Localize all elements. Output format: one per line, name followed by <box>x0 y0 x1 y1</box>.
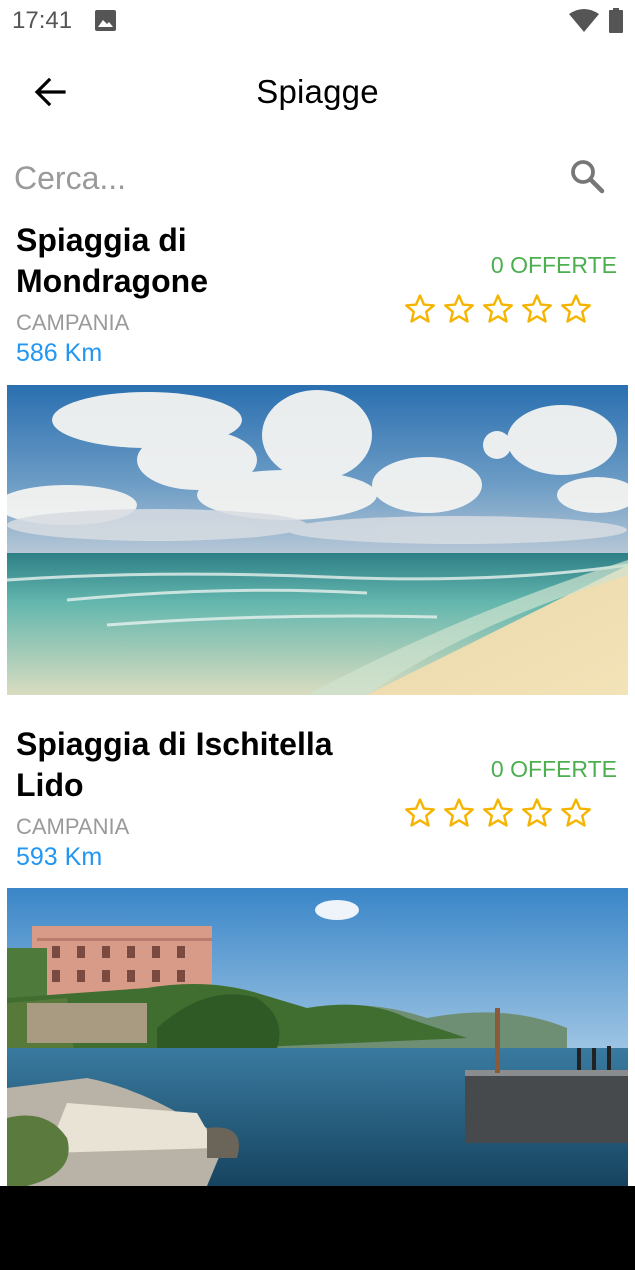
beach-region: CAMPANIA <box>16 814 130 839</box>
search-icon[interactable] <box>567 156 607 196</box>
system-navigation-bar <box>0 1186 635 1270</box>
star-outline-icon <box>444 294 474 323</box>
search-input[interactable] <box>14 152 554 204</box>
app-bar: Spiagge <box>0 60 635 124</box>
star-outline-icon <box>444 798 474 827</box>
status-bar: 17:41 <box>0 0 635 44</box>
beach-name: Spiaggia di Ischitella Lido <box>16 726 333 803</box>
star-outline-icon <box>405 294 435 323</box>
beach-photo[interactable] <box>7 888 628 1186</box>
beach-card[interactable]: Spiaggia di Mondragone CAMPANIA 586 Km 0… <box>0 220 635 695</box>
beach-name: Spiaggia di Mondragone <box>16 222 208 299</box>
star-outline-icon <box>483 294 513 323</box>
beach-distance: 586 Km <box>16 339 103 367</box>
wifi-icon <box>569 9 599 32</box>
rating-stars[interactable] <box>403 796 593 830</box>
offers-count[interactable]: 0 OFFERTE <box>491 252 617 279</box>
image-notification-icon <box>95 10 116 31</box>
beach-distance: 593 Km <box>16 843 103 871</box>
beach-photo[interactable] <box>7 385 628 695</box>
star-outline-icon <box>561 798 591 827</box>
offers-count[interactable]: 0 OFFERTE <box>491 756 617 783</box>
star-outline-icon <box>483 798 513 827</box>
beach-region: CAMPANIA <box>16 310 130 335</box>
star-outline-icon <box>522 294 552 323</box>
star-outline-icon <box>405 798 435 827</box>
page-title: Spiagge <box>256 73 379 110</box>
battery-icon <box>609 8 623 33</box>
star-outline-icon <box>561 294 591 323</box>
beach-card[interactable]: Spiaggia di Ischitella Lido CAMPANIA 593… <box>0 724 635 1186</box>
star-outline-icon <box>522 798 552 827</box>
status-time: 17:41 <box>12 7 73 34</box>
rating-stars[interactable] <box>403 292 593 326</box>
